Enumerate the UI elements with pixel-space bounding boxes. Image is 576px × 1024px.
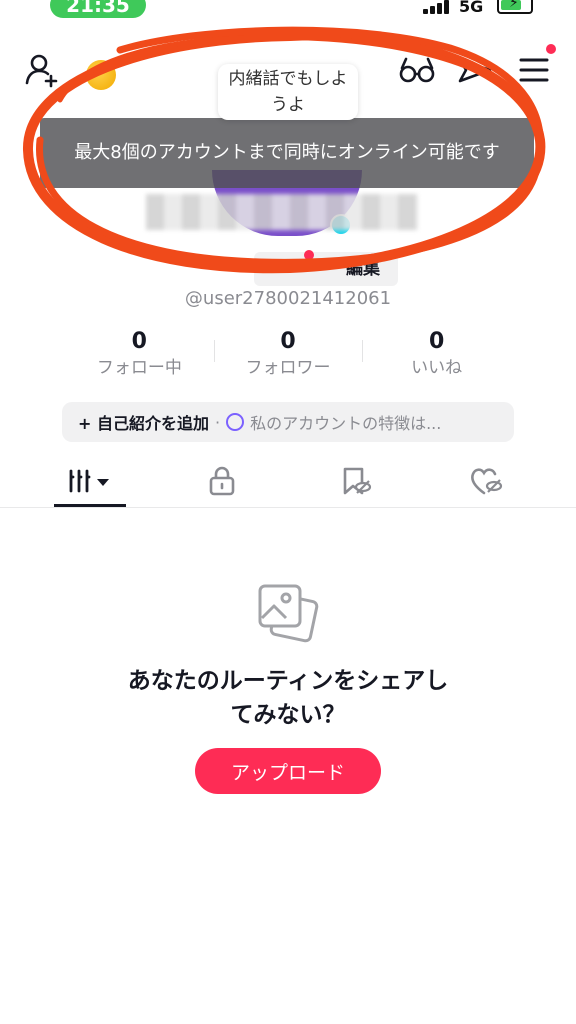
stat-followers[interactable]: 0 フォロワー: [214, 328, 363, 380]
content-tabs: [0, 456, 576, 508]
glasses-icon[interactable]: [398, 54, 436, 86]
story-avatar[interactable]: [86, 60, 116, 90]
stat-following[interactable]: 0 フォロー中: [65, 328, 214, 380]
empty-state-title-line1: あなたのルーティンをシェアし: [127, 668, 449, 694]
status-bar: 21:35 5G ⚡: [0, 0, 576, 22]
grid-icon: [69, 469, 109, 493]
bookmark-hidden-icon: [343, 467, 372, 495]
likes-count: 0: [429, 329, 445, 354]
stat-divider: [214, 340, 215, 362]
followers-count: 0: [280, 329, 296, 354]
lock-icon: [209, 466, 235, 496]
photos-icon: [258, 584, 319, 643]
tab-private[interactable]: [186, 456, 258, 506]
edit-notification-dot: [304, 250, 314, 260]
active-tab-indicator: [54, 504, 126, 507]
profile-name-blurred: [146, 194, 418, 230]
username: @user2780021412061: [184, 288, 392, 309]
tab-videos[interactable]: [54, 456, 126, 506]
followers-label: フォロワー: [245, 358, 331, 378]
add-user-icon[interactable]: [24, 52, 60, 88]
notification-dot: [546, 44, 556, 54]
signal-icon: [423, 0, 453, 14]
edit-profile-label: 編集: [346, 259, 380, 279]
network-type: 5G: [459, 0, 484, 16]
smile-icon: [226, 413, 245, 431]
likes-label: いいね: [411, 358, 463, 378]
profile-stats: 0 フォロー中 0 フォロワー 0 いいね: [65, 328, 511, 380]
chat-bubble[interactable]: 内緒話でもしようよ: [218, 64, 358, 120]
status-time: 21:35: [50, 0, 146, 18]
bio-separator: ·: [214, 412, 221, 432]
edit-profile-button[interactable]: 編集: [254, 252, 398, 286]
share-icon[interactable]: [456, 54, 494, 86]
tab-liked[interactable]: [450, 456, 522, 506]
upload-button[interactable]: アップロード: [195, 748, 381, 794]
toast-message: 最大8個のアカウントまで同時にオンライン可能です: [40, 118, 534, 188]
stat-likes[interactable]: 0 いいね: [362, 328, 511, 380]
bio-hint: 私のアカウントの特徴は...: [250, 414, 442, 433]
bio-row[interactable]: + 自己紹介を追加 · 私のアカウントの特徴は...: [62, 402, 514, 442]
chat-bubble-text: 内緒話でもしようよ: [228, 69, 348, 115]
heart-hidden-icon: [471, 468, 503, 495]
menu-icon[interactable]: [518, 56, 550, 84]
add-bio-button[interactable]: + 自己紹介を追加: [78, 410, 209, 434]
following-count: 0: [131, 329, 147, 354]
empty-state-title-line2: てみない？: [230, 702, 346, 728]
stat-divider: [362, 340, 363, 362]
following-label: フォロー中: [96, 358, 182, 378]
empty-state-title: あなたのルーティンをシェアし てみない？: [88, 664, 488, 732]
battery-icon: ⚡: [497, 0, 533, 14]
tab-favorites[interactable]: [320, 456, 392, 506]
